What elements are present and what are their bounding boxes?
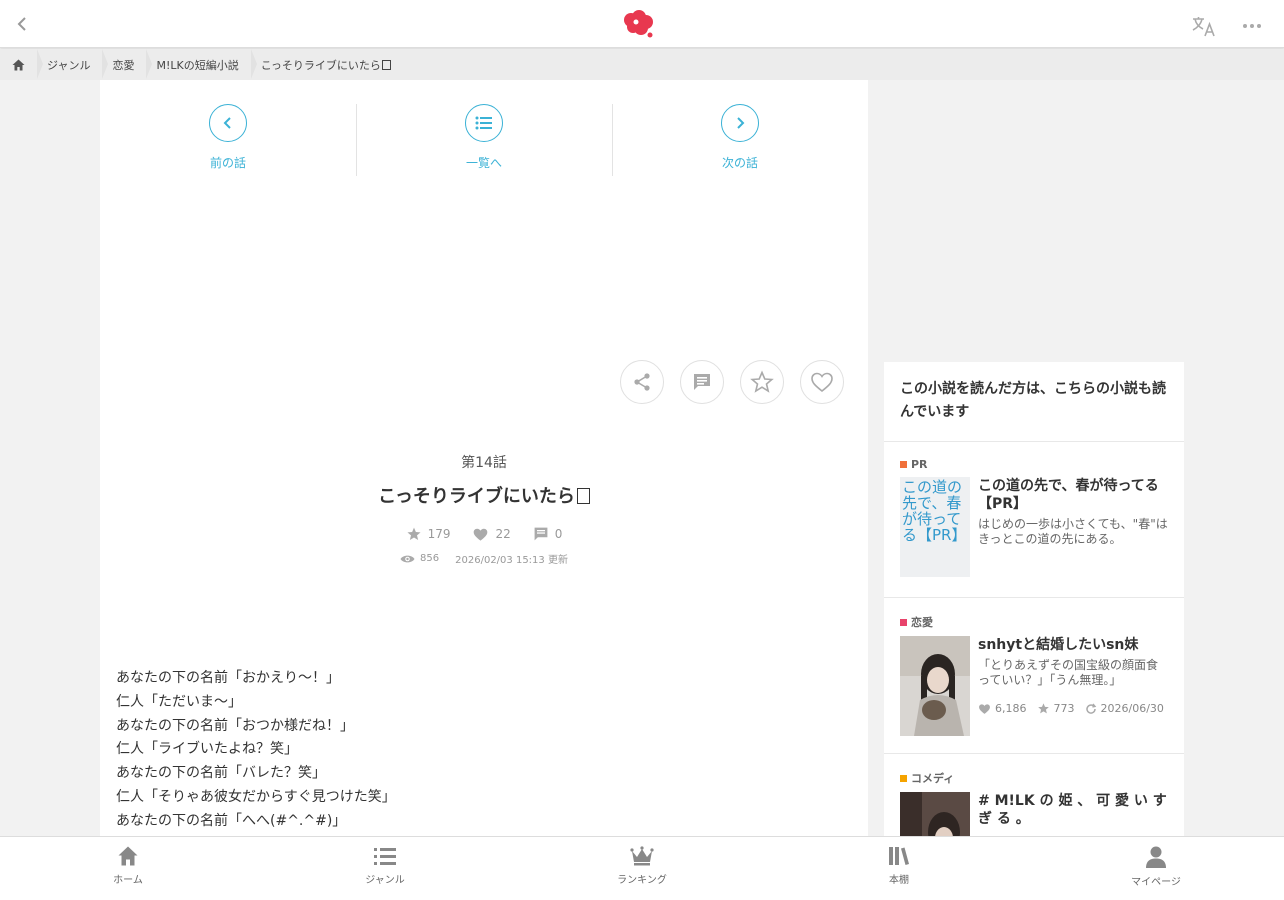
comment-button[interactable] [680,360,724,404]
tab-home[interactable]: ホーム [100,837,156,900]
genre-label: PR [900,458,1168,471]
body-line: あなたの下の名前「おつか様だね！」 [116,717,354,734]
recommendation-title[interactable]: snhytと結婚したいsn妹 [978,636,1168,654]
translate-button[interactable] [1190,14,1218,38]
genre-color-marker [900,618,907,626]
logo-icon [624,10,653,38]
breadcrumb-genre[interactable]: ジャンル [37,49,109,80]
episode-list-button[interactable]: 一覧へ [356,104,612,176]
episode-title: こっそりライブにいたら [100,482,868,508]
recommendation-title[interactable]: # M!LK の 姫 、 可 愛 い す ぎ る 。 [978,792,1168,828]
recommendation-thumbnail[interactable] [900,636,970,736]
tab-ranking[interactable]: ランキング [614,837,670,900]
heart-count: 22 [472,526,511,542]
star-outline-icon [750,370,774,393]
list-icon [374,848,396,865]
comment-icon [534,527,548,541]
missing-glyph-icon [576,488,590,504]
sidebar-heading: この小説を読んだ方は、こちらの小説も読んでいます [884,362,1184,442]
view-count: 856 [400,551,439,566]
site-logo[interactable] [621,8,655,40]
episode-stats: 179 22 0 [100,526,868,542]
body-line: あなたの下の名前「へへ(#^.^#)」 [116,812,347,829]
chevron-right-icon [737,117,745,129]
recommendation-title[interactable]: この道の先で、春が待ってる【PR】 [978,477,1168,513]
breadcrumb-novel[interactable]: M!LKの短編小説 [146,49,257,80]
next-episode-label: 次の話 [721,156,758,170]
heart-icon [474,528,488,541]
recommendation-thumbnail[interactable] [900,792,970,836]
prev-episode-button[interactable]: 前の話 [100,104,356,176]
recommendation-stats: 6,186 773 2026/06/30 [978,701,1164,715]
more-menu-button[interactable] [1240,18,1264,34]
top-bar [0,0,1284,48]
next-episode-button[interactable]: 次の話 [612,104,868,176]
prev-episode-label: 前の話 [209,156,246,170]
recommendation-hearts: 6,186 [995,702,1027,715]
episode-list-label: 一覧へ [465,156,502,170]
genre-color-marker [900,774,907,782]
share-icon [634,373,650,391]
episode-number: 第14話 [461,455,507,471]
breadcrumb-romance[interactable]: 恋愛 [102,49,153,80]
genre-label: コメディ [900,770,1168,786]
tab-genre[interactable]: ジャンル [357,837,413,900]
heart-icon [979,703,990,714]
breadcrumb-home[interactable] [0,49,43,80]
comment-icon [694,374,710,390]
episode-meta: 856 2026/02/03 15:13 更新 [100,551,868,566]
crown-icon [630,846,654,866]
list-icon [475,116,492,130]
action-buttons [620,360,844,404]
recommendation-description: 「とりあえずその国宝級の顔面食っていい？」「うん無理。」 [978,658,1159,687]
recommendation-item[interactable]: PR この道の先で、春が待ってる【PR】 この道の先で、春が待ってる【PR】 は… [884,442,1184,598]
breadcrumb: ジャンル 恋愛 M!LKの短編小説 こっそりライブにいたら [0,49,1284,80]
body-line: あなたの下の名前「バレた？笑」 [116,765,326,782]
main-content: 前の話 一覧へ 次の話 第14話 こっそりライブにいたら 179 22 0 85… [100,80,868,836]
recommendation-stars: 773 [1053,702,1075,715]
star-count: 179 [406,526,450,542]
genre-color-marker [900,461,907,468]
tab-mypage[interactable]: マイページ [1128,837,1184,900]
body-line: 仁人「そりゃあ彼女だからすぐ見つけた笑」 [116,788,396,805]
eye-icon [400,555,415,562]
refresh-icon [1085,703,1096,714]
bottom-tab-bar: ホーム ジャンル ランキング 本棚 マイページ [0,836,1284,900]
recommendation-item[interactable]: コメディ # M!LK の 姫 、 可 愛 い す ぎ る 。 [884,754,1184,836]
thumbnail-alt-text: この道の先で、春が待ってる【PR】 [900,477,970,577]
star-icon [1037,703,1049,714]
body-line: あなたの下の名前「おかえり〜！」 [116,670,340,686]
back-button[interactable] [10,12,34,36]
breadcrumb-episode: こっそりライブにいたら [251,49,403,80]
body-line: 仁人「ライブいたよね？笑」 [116,741,298,758]
heart-outline-icon [811,372,833,393]
like-heart-button[interactable] [800,360,844,404]
translate-icon [1192,17,1215,37]
recommendation-description: はじめの一歩は小さくても、"春"はきっとこの道の先にある。 [978,517,1168,546]
updated-date: 2026/02/03 15:13 更新 [455,555,568,566]
favorite-star-button[interactable] [740,360,784,404]
episode-nav: 前の話 一覧へ 次の話 [100,104,868,176]
more-horizontal-icon [1243,24,1261,28]
comment-count: 0 [533,526,562,542]
home-icon [118,846,138,866]
chevron-left-icon [223,117,231,129]
bookshelf-icon [889,847,909,865]
body-line: 仁人「ただいま〜」 [116,693,242,710]
genre-label: 恋愛 [900,614,1168,630]
episode-body: あなたの下の名前「おかえり〜！」 仁人「ただいま〜」 あなたの下の名前「おつか様… [116,667,856,834]
tab-bookshelf[interactable]: 本棚 [871,837,927,900]
recommendation-thumbnail[interactable]: この道の先で、春が待ってる【PR】 [900,477,970,577]
thumbnail-photo [900,636,970,736]
share-button[interactable] [620,360,664,404]
home-icon [12,59,25,70]
star-icon [407,527,421,540]
recommendation-date: 2026/06/30 [1100,701,1164,715]
thumbnail-photo [900,792,970,836]
recommendation-sidebar: この小説を読んだ方は、こちらの小説も読んでいます PR この道の先で、春が待って… [884,362,1184,836]
chevron-left-icon [17,17,26,31]
recommendation-item[interactable]: 恋愛 snhytと結婚したいsn妹 「とりあえずその国宝級の顔面食っていい？」「… [884,598,1184,754]
missing-glyph-icon [381,59,391,70]
person-icon [1146,846,1166,868]
